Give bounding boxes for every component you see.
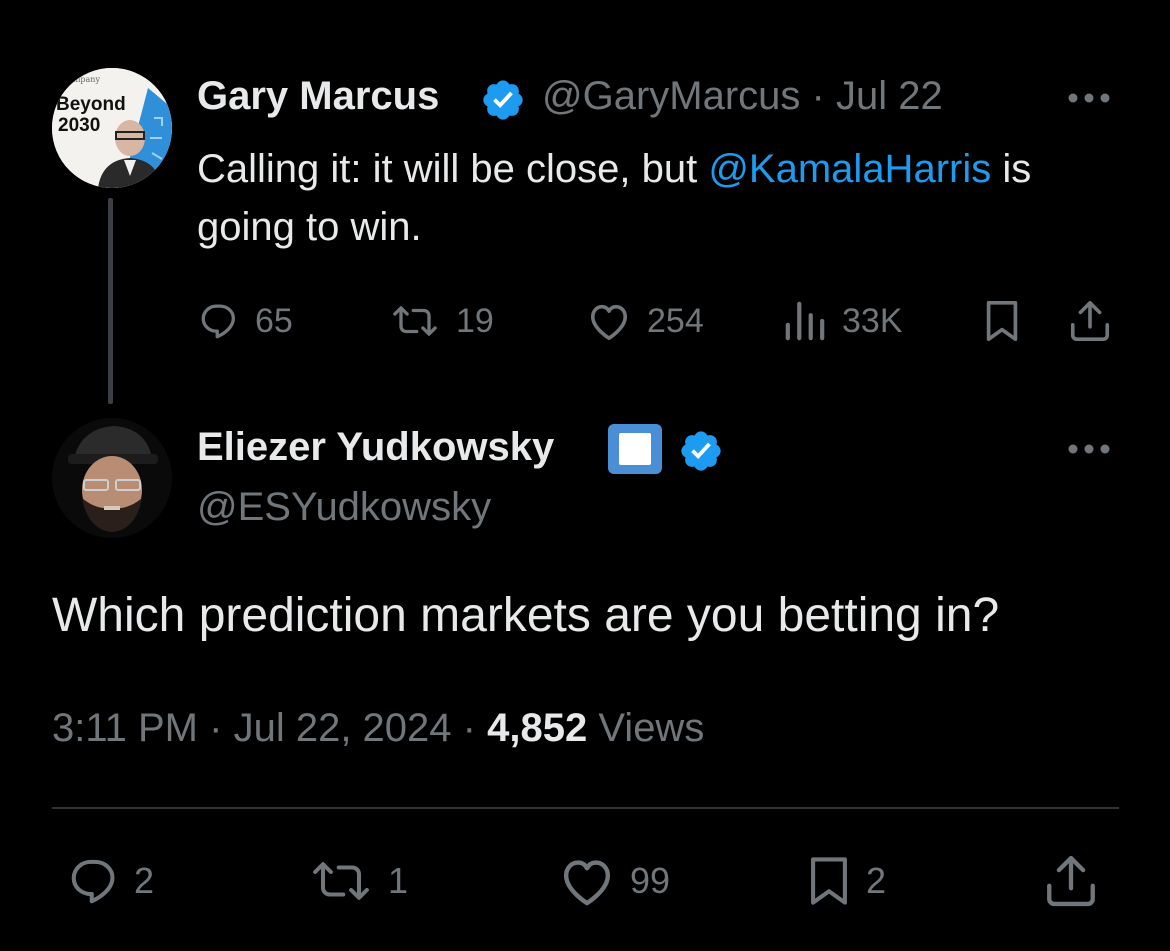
repost-icon [313,862,369,900]
views-label: Views [598,706,705,750]
parent-text-part1: Calling it: it will be close, but [197,147,709,191]
more-icon[interactable] [1066,91,1112,105]
white-square-emoji-icon [608,424,662,474]
main-handle[interactable]: @ESYudkowsky [197,485,491,530]
mention-link[interactable]: @KamalaHarris [708,147,991,191]
repost-icon [393,306,437,336]
parent-date[interactable]: Jul 22 [836,74,943,118]
avatar-text-2030: 2030 [58,115,101,136]
parent-reply-count: 65 [255,301,293,340]
parent-repost-stat[interactable]: 19 [388,300,494,342]
parent-avatar[interactable]: ompany Beyond 2030 [52,68,172,188]
like-icon [590,304,628,340]
parent-like-stat[interactable]: 254 [585,300,704,342]
bookmark-icon[interactable] [980,298,1024,344]
avatar-text-beyond: Beyond [56,94,126,115]
main-bookmark-stat[interactable]: 2 [804,852,886,910]
main-repost-stat[interactable]: 1 [306,854,408,908]
share-icon[interactable] [1042,852,1100,910]
more-icon[interactable] [1066,442,1112,456]
like-icon [563,860,611,906]
parent-like-count: 254 [647,301,704,340]
divider [52,807,1119,809]
verified-badge-icon [678,428,724,474]
main-reply-count: 2 [134,860,155,901]
parent-repost-count: 19 [456,301,494,340]
thread-line [108,198,113,404]
avatar-small-text: ompany [68,75,100,84]
separator: · [811,74,825,118]
share-icon[interactable] [1066,298,1114,344]
bookmark-icon [811,857,847,905]
main-tweet-text: Which prediction markets are you betting… [52,589,1000,642]
tweet-time[interactable]: 3:11 PM [52,706,198,750]
separator: · [209,706,223,750]
parent-handle-date[interactable]: @GaryMarcus · Jul 22 [542,74,943,119]
parent-views-stat[interactable]: 33K [782,300,903,342]
main-like-count: 99 [630,860,671,901]
parent-views-count: 33K [842,301,903,340]
verified-badge-icon [480,77,526,123]
main-like-stat[interactable]: 99 [556,854,670,908]
main-reply-stat[interactable]: 2 [66,854,154,908]
views-icon [785,301,825,341]
main-avatar[interactable] [52,418,172,538]
tweet-date[interactable]: Jul 22, 2024 [234,706,452,750]
tweet-meta: 3:11 PM · Jul 22, 2024 · 4,852 Views [52,706,704,751]
parent-author-name[interactable]: Gary Marcus [197,74,439,119]
parent-reply-stat[interactable]: 65 [197,300,293,342]
reply-icon [201,304,236,339]
main-bookmark-count: 2 [866,860,887,901]
separator: · [462,706,476,750]
parent-handle[interactable]: @GaryMarcus [542,74,800,118]
parent-tweet-text: Calling it: it will be close, but @Kamal… [197,140,1127,256]
main-repost-count: 1 [388,860,409,901]
views-count: 4,852 [487,706,588,750]
reply-icon [71,859,115,904]
main-author-name[interactable]: Eliezer Yudkowsky [197,425,554,470]
